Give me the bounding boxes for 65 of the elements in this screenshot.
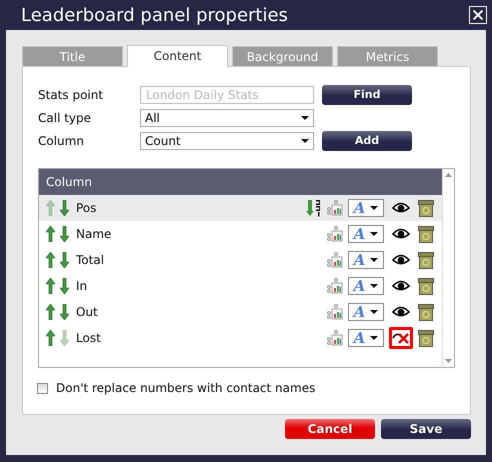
archive-icon[interactable] (418, 304, 434, 320)
table-row[interactable]: Lost A (39, 325, 442, 351)
column-name: In (76, 279, 88, 293)
chart-icon[interactable] (327, 226, 343, 242)
move-down-icon[interactable] (60, 304, 69, 320)
checkbox[interactable] (37, 382, 48, 394)
eye-icon[interactable] (392, 202, 410, 214)
eye-icon[interactable] (392, 228, 410, 240)
column-name: Out (76, 305, 99, 319)
chart-icon[interactable] (327, 252, 343, 268)
move-up-icon[interactable] (46, 226, 55, 242)
eye-icon[interactable] (392, 306, 410, 318)
cancel-button[interactable]: Cancel (285, 419, 375, 439)
table-row[interactable]: In A (39, 273, 442, 299)
move-down-icon[interactable] (60, 252, 69, 268)
font-style-dropdown[interactable]: A (348, 225, 384, 243)
move-up-icon[interactable] (46, 278, 55, 294)
chart-icon[interactable] (327, 200, 343, 216)
move-down-icon[interactable] (60, 278, 69, 294)
font-style-dropdown[interactable]: A (348, 277, 384, 295)
chart-icon[interactable] (327, 304, 343, 320)
column-name: Total (76, 253, 106, 267)
table-row[interactable]: Total A (39, 247, 442, 273)
table-row[interactable]: Name A (39, 221, 442, 247)
chart-icon[interactable] (327, 278, 343, 294)
move-down-icon[interactable] (60, 200, 69, 216)
call-type-dropdown[interactable]: All (140, 108, 314, 126)
table-row[interactable]: Pos A (39, 195, 442, 221)
hidden-eye-icon[interactable] (392, 331, 410, 345)
move-up-icon[interactable] (46, 252, 55, 268)
move-down-icon[interactable] (60, 226, 69, 242)
archive-icon[interactable] (418, 200, 434, 216)
column-name: Lost (76, 331, 102, 345)
font-style-dropdown[interactable]: A (348, 329, 384, 347)
font-style-dropdown[interactable]: A (348, 251, 384, 269)
eye-icon[interactable] (392, 254, 410, 266)
window-title: Leaderboard panel properties (21, 4, 288, 26)
tab[interactable]: Content (127, 45, 228, 67)
sort-icon[interactable] (306, 199, 322, 217)
archive-icon[interactable] (418, 278, 434, 294)
field-label: Call type (38, 110, 92, 124)
scroll-down-icon[interactable] (445, 359, 452, 363)
find-button[interactable]: Find (322, 84, 412, 104)
table-row[interactable]: Out A (39, 299, 442, 325)
save-button[interactable]: Save (381, 419, 471, 439)
checkbox-label: Don't replace numbers with contact names (56, 381, 316, 395)
field-label: Column (38, 134, 85, 148)
add-button[interactable]: Add (322, 130, 412, 150)
archive-icon[interactable] (418, 330, 434, 346)
archive-icon[interactable] (418, 252, 434, 268)
chart-icon[interactable] (327, 330, 343, 346)
archive-icon[interactable] (418, 226, 434, 242)
move-up-icon[interactable] (46, 330, 55, 346)
table-header: Column (39, 169, 442, 195)
field-label: Stats point (38, 88, 104, 102)
font-style-dropdown[interactable]: A (348, 303, 384, 321)
column-name: Name (76, 227, 112, 241)
close-icon[interactable] (469, 6, 487, 24)
stats-point-field[interactable]: London Daily Stats (140, 86, 314, 104)
column-dropdown[interactable]: Count (140, 132, 314, 150)
eye-icon[interactable] (392, 280, 410, 292)
move-up-icon[interactable] (46, 304, 55, 320)
font-style-dropdown[interactable]: A (348, 199, 384, 217)
scroll-up-icon[interactable] (445, 173, 452, 177)
column-name: Pos (76, 201, 98, 215)
